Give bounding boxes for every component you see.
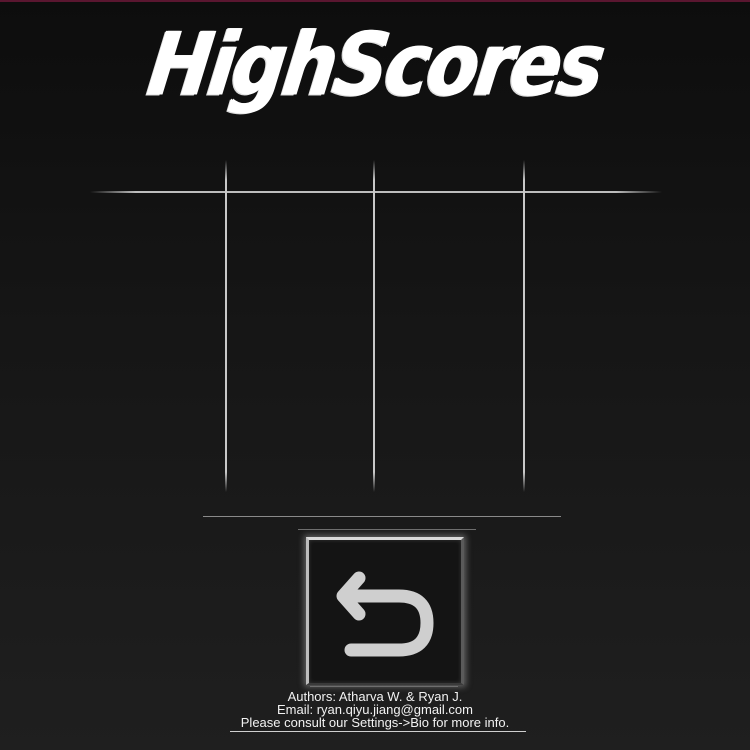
footer-note: Please consult our Settings->Bio for mor… xyxy=(240,715,510,730)
footer-underline xyxy=(230,731,526,732)
table-column-divider-1 xyxy=(225,160,227,492)
table-column-divider-3 xyxy=(523,160,525,492)
button-top-divider xyxy=(298,529,476,530)
table-bottom-divider xyxy=(203,516,561,517)
window-top-edge xyxy=(0,0,750,2)
table-column-divider-2 xyxy=(373,160,375,492)
back-button[interactable] xyxy=(306,537,464,685)
table-header-divider xyxy=(90,191,662,193)
button-bottom-divider xyxy=(310,686,458,687)
page-title: HighScores xyxy=(142,14,608,116)
back-arrow-icon xyxy=(336,571,434,657)
